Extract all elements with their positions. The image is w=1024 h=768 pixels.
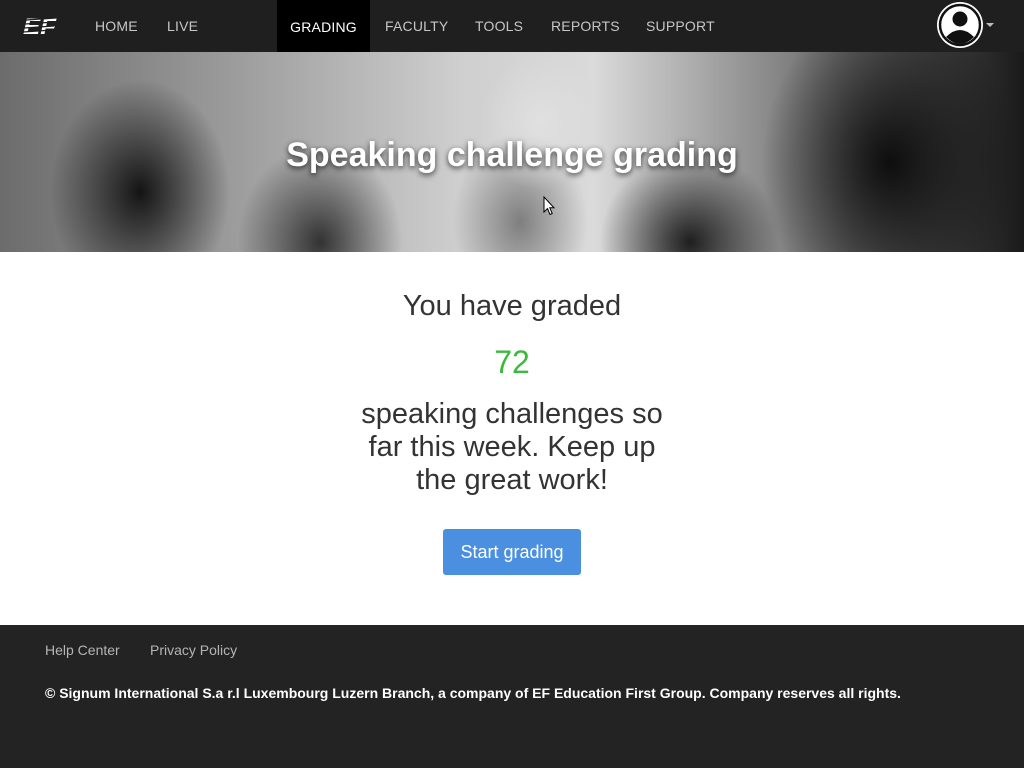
nav-live-classes[interactable]: LIVE CLASSES	[167, 0, 233, 86]
nav-reports[interactable]: REPORTS	[551, 0, 620, 52]
graded-count: 72	[494, 344, 530, 380]
grading-summary: You have graded 72 speaking challenges s…	[0, 252, 1024, 625]
user-menu[interactable]	[936, 1, 996, 51]
nav-faculty[interactable]: FACULTY	[385, 0, 448, 52]
privacy-policy-link[interactable]: Privacy Policy	[150, 642, 237, 658]
copyright-text: © Signum International S.a r.l Luxembour…	[45, 685, 901, 701]
nav-home[interactable]: HOME	[95, 0, 138, 52]
graded-message: speaking challenges so far this week. Ke…	[361, 398, 663, 496]
logo-text: EF	[23, 14, 57, 37]
nav-tools[interactable]: TOOLS	[475, 0, 523, 52]
footer: Help Center Privacy Policy © Signum Inte…	[0, 625, 1024, 768]
ef-logo[interactable]: EF	[22, 13, 58, 37]
help-center-link[interactable]: Help Center	[45, 642, 120, 658]
caret-down-icon	[986, 23, 994, 27]
mouse-pointer-icon	[543, 196, 555, 216]
page-title: Speaking challenge grading	[286, 136, 738, 174]
user-avatar-icon	[937, 2, 983, 48]
start-grading-button[interactable]: Start grading	[443, 529, 581, 575]
nav-support[interactable]: SUPPORT	[646, 0, 715, 52]
nav-grading[interactable]: GRADING	[277, 0, 370, 52]
graded-heading: You have graded	[402, 290, 622, 322]
hero-banner: Speaking challenge grading	[0, 52, 1024, 252]
top-navigation: EF HOME LIVE CLASSES GRADING FACULTY TOO…	[0, 0, 1024, 86]
